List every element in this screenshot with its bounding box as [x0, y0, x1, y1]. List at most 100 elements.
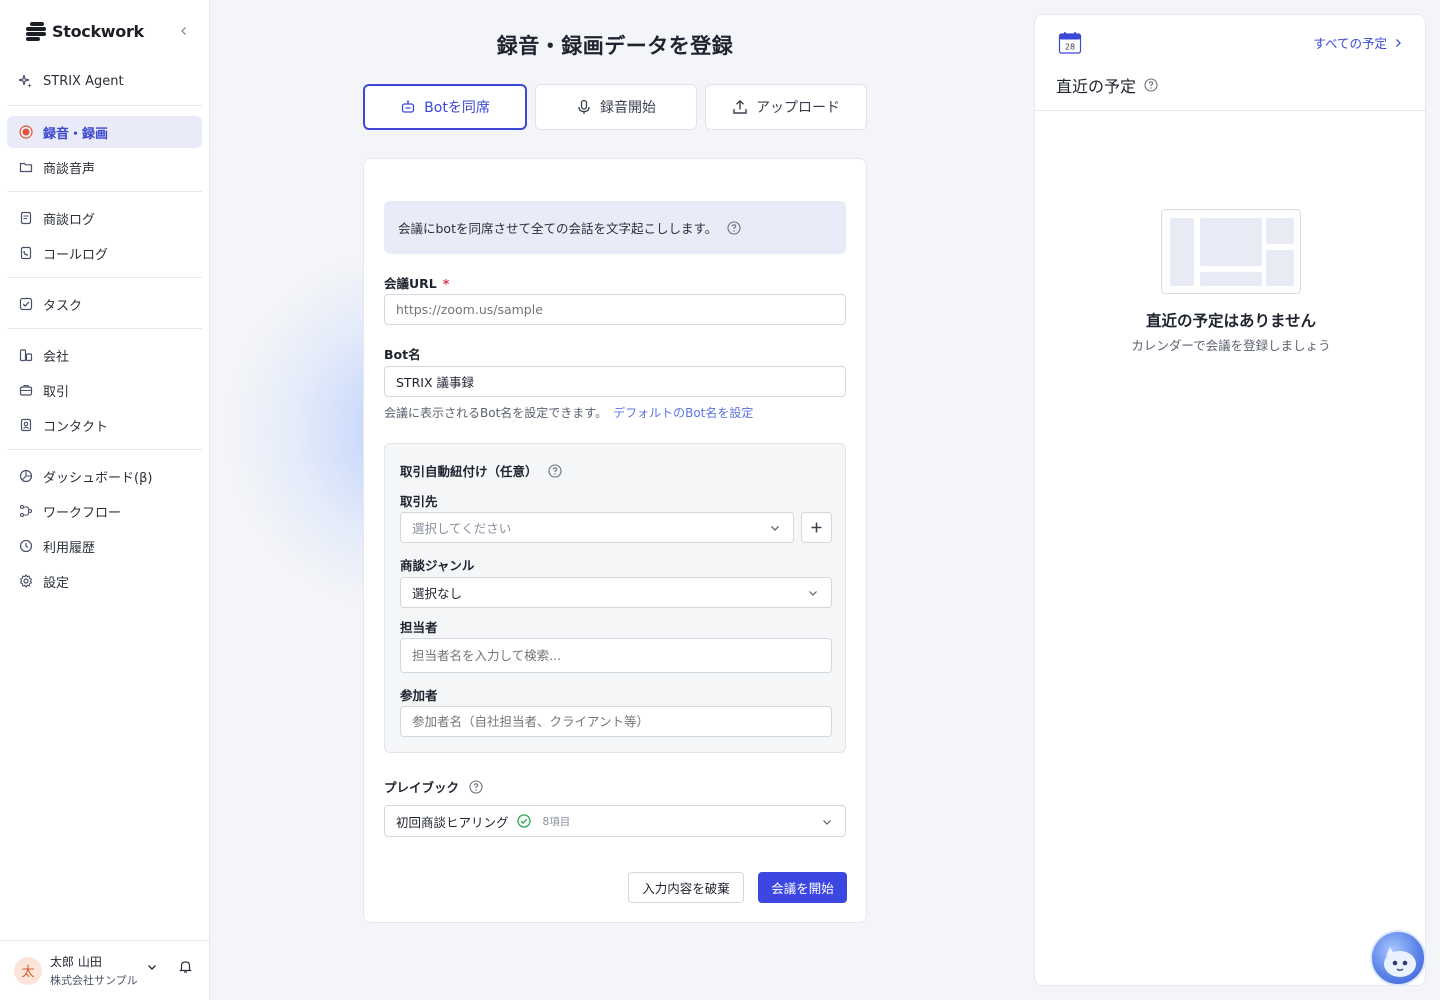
empty-state-title: 直近の予定はありません: [1145, 312, 1317, 330]
client-label: 取引先: [400, 494, 438, 509]
sidebar-item-tasks[interactable]: タスク: [7, 288, 202, 320]
chevron-down-icon: [807, 587, 819, 599]
checkbox-icon: [18, 297, 33, 312]
briefcase-icon: [18, 383, 33, 398]
genre-label: 商談ジャンル: [400, 558, 475, 573]
sidebar-item-deals[interactable]: 取引: [7, 374, 202, 406]
all-schedules-link[interactable]: すべての予定: [1313, 33, 1403, 52]
help-circle-icon[interactable]: [727, 220, 741, 235]
avatar: 太: [14, 956, 42, 985]
bot-name-label: Bot名: [384, 347, 421, 362]
user-menu[interactable]: 太 太郎 山田 株式会社サンプル: [0, 940, 210, 1000]
chevron-down-icon[interactable]: [146, 961, 158, 977]
sidebar-item-settings[interactable]: 設定: [7, 565, 202, 597]
genre-select-value: 選択なし: [412, 586, 463, 601]
add-client-button[interactable]: [801, 512, 832, 543]
user-company: 株式会社サンプル: [50, 974, 138, 987]
empty-state-subtitle: カレンダーで会議を登録しましょう: [1131, 338, 1331, 353]
logo-mark-icon: [24, 19, 48, 43]
sidebar-item-meeting-log[interactable]: 商談ログ: [7, 202, 202, 234]
sidebar-item-contacts[interactable]: コンタクト: [7, 409, 202, 441]
panel-divider: [1035, 110, 1427, 111]
required-mark: *: [442, 276, 450, 291]
chevron-right-icon: [1393, 38, 1403, 48]
help-circle-icon[interactable]: [547, 463, 562, 478]
assistant-mascot-icon: [1384, 947, 1416, 977]
microphone-icon: [576, 99, 592, 115]
participants-input[interactable]: [400, 706, 832, 737]
bell-icon[interactable]: [178, 959, 193, 978]
sidebar-item-recording[interactable]: 録音・録画: [7, 116, 202, 148]
plus-icon: [811, 522, 822, 533]
sidebar-item-dashboard[interactable]: ダッシュボード(β): [7, 460, 202, 492]
document-icon: [18, 211, 33, 226]
record-icon: [18, 125, 33, 140]
upcoming-title: 直近の予定: [1056, 73, 1158, 97]
bot-name-hint-text: 会議に表示されるBot名を設定できます。: [384, 406, 608, 420]
calendar-day: 28: [1065, 43, 1075, 52]
deal-section-title: 取引自動紐付け（任意）: [400, 461, 562, 480]
start-meeting-button[interactable]: 会議を開始: [758, 872, 847, 903]
sidebar-item-label: タスク: [43, 298, 83, 314]
sidebar-item-label: 商談音声: [43, 161, 96, 177]
sidebar-item-label: 取引: [43, 384, 70, 400]
client-select[interactable]: 選択してください: [400, 512, 794, 543]
info-banner: 会議にbotを同席させて全ての会話を文字起こしします。: [384, 201, 846, 254]
logo-text: Stockwork: [52, 21, 144, 41]
all-schedules-link-text: すべての予定: [1313, 36, 1387, 51]
client-select-placeholder: 選択してください: [412, 521, 512, 536]
help-circle-icon[interactable]: [469, 779, 483, 794]
meeting-url-input[interactable]: [384, 294, 846, 325]
upcoming-schedule-panel: 28 すべての予定 直近の予定 直近の予定はありません カレンダーで会議を登録し…: [1034, 14, 1427, 986]
bot-name-hint: 会議に表示されるBot名を設定できます。 デフォルトのBot名を設定: [384, 404, 753, 421]
meeting-url-label: 会議URL *: [384, 273, 449, 292]
sidebar-item-label: 録音・録画: [43, 126, 109, 142]
nav-divider: [7, 277, 202, 278]
help-circle-icon[interactable]: [1144, 78, 1158, 92]
sidebar-item-label: 会社: [43, 349, 70, 365]
sidebar-item-usage-history[interactable]: 利用履歴: [7, 530, 202, 562]
meeting-url-label-text: 会議URL: [384, 276, 437, 291]
deal-section-title-text: 取引自動紐付け（任意）: [400, 464, 538, 479]
chevron-down-icon: [769, 522, 781, 534]
upcoming-title-text: 直近の予定: [1056, 77, 1137, 96]
upload-icon: [732, 99, 748, 115]
collapse-sidebar-icon[interactable]: [174, 21, 194, 41]
phone-log-icon: [18, 246, 33, 261]
playbook-select[interactable]: 初回商談ヒアリング 8項目: [384, 805, 846, 837]
default-bot-name-link[interactable]: デフォルトのBot名を設定: [613, 406, 753, 420]
tab-bot-join[interactable]: Botを同席: [363, 84, 527, 130]
sidebar-item-strix-agent[interactable]: STRIX Agent: [7, 65, 202, 97]
genre-select[interactable]: 選択なし: [400, 577, 832, 608]
sidebar-item-label: コールログ: [43, 247, 109, 263]
bot-name-input[interactable]: STRIX 議事録: [384, 366, 846, 397]
user-info: 太郎 山田 株式会社サンプル: [50, 953, 138, 988]
owner-search-input[interactable]: [400, 638, 832, 673]
gear-icon: [18, 574, 33, 589]
sidebar-item-label: ワークフロー: [43, 505, 122, 521]
logo[interactable]: Stockwork: [24, 18, 204, 44]
nav-divider: [7, 105, 202, 106]
sidebar-item-meeting-audio[interactable]: 商談音声: [7, 151, 202, 183]
sidebar-nav: STRIX Agent 録音・録画 商談音声 商談ログ コールログ タスク 会社…: [7, 65, 202, 600]
assistant-bot-button[interactable]: [1370, 930, 1426, 986]
bot-form-card: 会議にbotを同席させて全ての会話を文字起こしします。 会議URL* Bot名 …: [363, 158, 867, 923]
nav-divider: [7, 449, 202, 450]
sidebar-item-company[interactable]: 会社: [7, 339, 202, 371]
contact-icon: [18, 418, 33, 433]
sidebar-item-call-log[interactable]: コールログ: [7, 237, 202, 269]
playbook-label-text: プレイブック: [384, 780, 460, 795]
discard-button[interactable]: 入力内容を破棄: [628, 872, 744, 903]
sidebar-item-label: 利用履歴: [43, 540, 96, 556]
nav-divider: [7, 328, 202, 329]
tab-start-recording[interactable]: 録音開始: [535, 84, 697, 130]
sidebar-item-workflow[interactable]: ワークフロー: [7, 495, 202, 527]
empty-calendar-illustration-icon: [1161, 209, 1301, 294]
sidebar-item-label: 設定: [43, 575, 70, 591]
sidebar-item-label: 商談ログ: [43, 212, 96, 228]
sidebar-item-label: STRIX Agent: [43, 73, 124, 89]
sidebar-item-label: ダッシュボード(β): [43, 470, 153, 486]
user-name: 太郎 山田: [50, 955, 102, 969]
tab-upload[interactable]: アップロード: [705, 84, 867, 130]
sparkle-icon: [18, 74, 33, 89]
